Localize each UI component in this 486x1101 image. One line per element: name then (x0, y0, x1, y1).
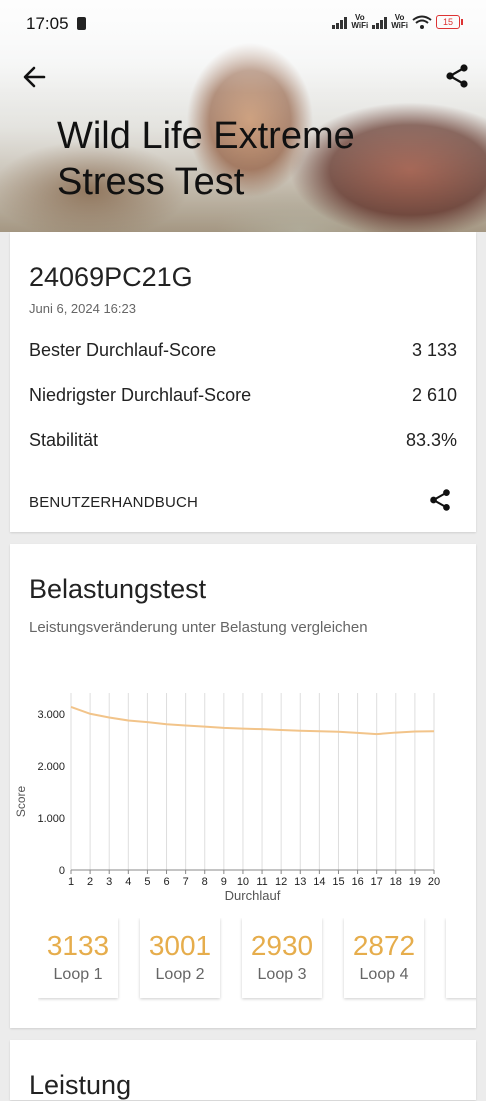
row-value: 3 133 (411, 340, 457, 360)
test-date: Juni 6, 2024 16:23 (29, 301, 136, 316)
section-subtitle: Leistungsveränderung unter Belastung ver… (29, 619, 368, 636)
row-value: 83.3% (405, 430, 457, 450)
y-tick-label: 3.000 (37, 709, 65, 721)
loop-label: Loop 1 (53, 966, 103, 983)
summary-card: 24069PC21G Juni 6, 2024 16:23 Bester Dur… (10, 232, 476, 532)
loop-label: Loop 3 (257, 966, 307, 983)
x-tick-label: 18 (390, 876, 402, 888)
user-manual-link[interactable]: BENUTZERHANDBUCH (29, 494, 198, 511)
x-axis-label: Durchlauf (225, 888, 281, 903)
signal-icon (332, 16, 348, 29)
x-tick-label: 9 (221, 876, 227, 888)
loop-label: Loop 2 (155, 966, 205, 983)
x-tick-label: 11 (256, 876, 267, 888)
page-title: Wild Life Extreme Stress Test (57, 115, 355, 203)
x-tick-label: 8 (202, 876, 208, 888)
y-tick-label: 2.000 (37, 761, 65, 773)
loop-score: 3001 (148, 930, 212, 961)
x-tick-label: 1 (68, 876, 74, 888)
loop-card[interactable]: 2872 Loop 4 (344, 918, 424, 998)
status-time: 17:05 (26, 14, 69, 33)
battery-icon: 15 (436, 15, 463, 29)
x-tick-label: 14 (313, 876, 325, 888)
share-icon[interactable] (444, 63, 470, 89)
x-tick-label: 19 (409, 876, 421, 888)
row-label: Niedrigster Durchlauf-Score (29, 385, 252, 405)
x-tick-label: 5 (144, 876, 150, 888)
x-tick-label: 10 (237, 876, 249, 888)
x-tick-label: 7 (183, 876, 189, 888)
section-title: Belastungstest (29, 574, 207, 604)
loop-card[interactable]: 2930 Loop 3 (242, 918, 322, 998)
loop-label: Loop 4 (359, 966, 409, 983)
loop-card[interactable]: 3133 Loop 1 (38, 918, 118, 998)
row-value: 2 610 (411, 385, 457, 405)
wifi-icon (412, 15, 432, 29)
status-icons: Vo WiFi Vo WiFi 15 (332, 13, 463, 30)
stability-row: Stabilität 83.3% (29, 430, 457, 451)
y-tick-label: 1.000 (37, 813, 65, 825)
x-tick-label: 13 (294, 876, 306, 888)
loop-score: 3133 (46, 930, 110, 961)
stress-test-card: Belastungstest Leistungsveränderung unte… (10, 544, 476, 1028)
x-tick-label: 16 (351, 876, 363, 888)
x-tick-label: 3 (106, 876, 112, 888)
performance-card: Leistung (10, 1040, 476, 1100)
x-tick-label: 2 (87, 876, 93, 888)
status-bar: 17:05 Vo WiFi Vo WiFi 15 (0, 0, 486, 48)
stress-chart: 1 2 3 4 5 6 7 8 9 10 11 12 13 14 15 16 17 18 19 2001.0002.0… (14, 693, 440, 903)
row-label: Bester Durchlauf-Score (29, 340, 217, 360)
y-tick-label: 0 (59, 865, 65, 877)
back-arrow-icon[interactable] (22, 64, 48, 90)
x-tick-label: 4 (125, 876, 131, 888)
sim-icon (77, 17, 86, 30)
loop-score: 2930 (250, 930, 314, 961)
x-tick-label: 12 (275, 876, 287, 888)
x-tick-label: 6 (163, 876, 169, 888)
share-icon[interactable] (428, 488, 452, 512)
section-title: Leistung (29, 1070, 132, 1100)
x-tick-label: 17 (371, 876, 383, 888)
loop-card[interactable]: 3001 Loop 2 (140, 918, 220, 998)
x-tick-label: 15 (332, 876, 344, 888)
loop-score: 2872 (352, 930, 416, 961)
device-name: 24069PC21G (29, 262, 193, 292)
signal-icon-2 (372, 16, 388, 29)
y-axis-label: Score (14, 786, 28, 818)
score-line (70, 705, 435, 736)
loop-card-partial[interactable] (446, 918, 476, 998)
vowifi-label-1: Vo WiFi (351, 13, 369, 30)
x-tick-label: 20 (428, 876, 440, 888)
loop-list[interactable]: 3133 Loop 1 3001 Loop 2 2930 Loop 3 2872 Loop 4 (38, 918, 476, 1008)
lowest-score-row: Niedrigster Durchlauf-Score 2 610 (29, 385, 457, 406)
best-score-row: Bester Durchlauf-Score 3 133 (29, 340, 457, 361)
row-label: Stabilität (29, 430, 99, 450)
vowifi-label-2: Vo WiFi (391, 13, 408, 30)
